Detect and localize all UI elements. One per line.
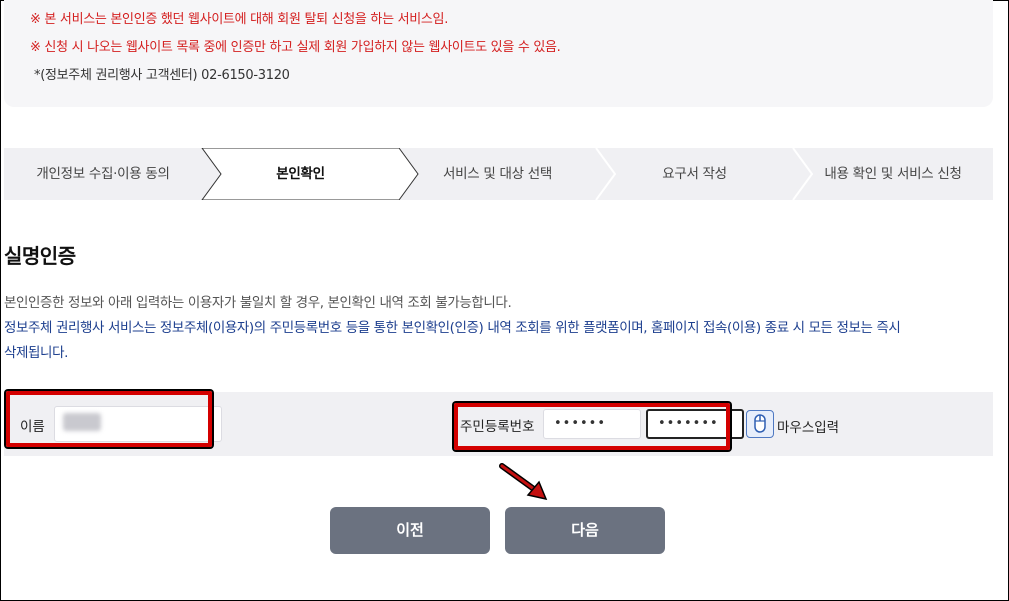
step-consent: 개인정보 수집·이용 동의 — [36, 166, 170, 182]
step-request-write: 요구서 작성 — [662, 166, 727, 182]
mouse-input-label: 마우스입력 — [777, 420, 840, 436]
annotation-arrow-icon — [499, 463, 548, 501]
notice-contact: *(정보주체 권리행사 고객센터) 02-6150-3120 — [34, 68, 290, 83]
desc-mismatch-warning: 본인인증한 정보와 아래 입력하는 이용자가 불일치 할 경우, 본인확인 내역… — [4, 295, 512, 311]
notice-line-2: ※ 신청 시 나오는 웹사이트 목록 중에 인증만 하고 실제 회원 가입하지 … — [30, 40, 561, 55]
next-button[interactable]: 다음 — [505, 507, 665, 554]
mouse-input-button[interactable] — [746, 410, 774, 438]
desc-platform-info: 정보주체 권리행사 서비스는 정보주체(이용자)의 주민등록번호 등을 통한 본… — [4, 320, 901, 336]
desc-platform-info-cont: 삭제됩니다. — [4, 345, 68, 361]
notice-line-1: ※ 본 서비스는 본인인증 했던 웹사이트에 대해 회원 탈퇴 신청을 하는 서… — [30, 12, 449, 27]
mouse-icon — [754, 414, 766, 433]
section-title: 실명인증 — [4, 244, 76, 268]
step-bar: 개인정보 수집·이용 동의 본인확인 서비스 및 대상 선택 요구서 작성 내용… — [4, 148, 993, 200]
highlight-name-box — [6, 391, 212, 447]
step-confirm-apply: 내용 확인 및 서비스 신청 — [824, 166, 962, 182]
prev-button[interactable]: 이전 — [330, 507, 490, 554]
step-service-select: 서비스 및 대상 선택 — [443, 166, 552, 182]
step-identity-check: 본인확인 — [276, 166, 325, 182]
highlight-rrn-box — [454, 403, 730, 450]
notice-box: ※ 본 서비스는 본인인증 했던 웹사이트에 대해 회원 탈퇴 신청을 하는 서… — [4, 0, 993, 107]
